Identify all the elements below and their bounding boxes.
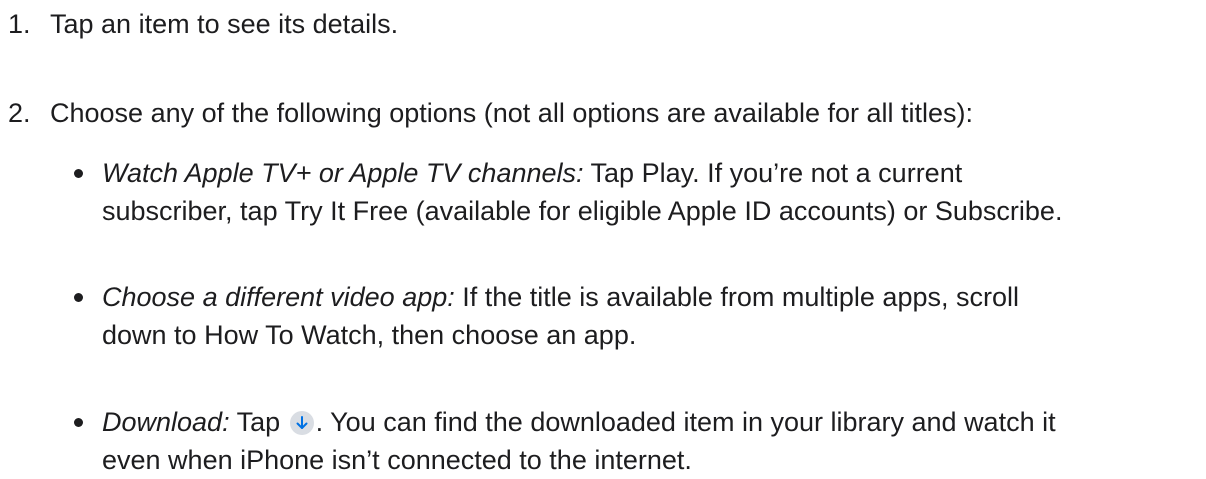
option-line-2: even when iPhone isn’t connected to the … [102,445,692,475]
option-text: . You can find the downloaded item in yo… [315,407,1056,437]
option-text: Tap [229,407,288,437]
step-text: Choose any of the following options (not… [50,98,974,128]
option-line-1: Choose a different video app: If the tit… [102,278,1202,316]
option-line-2: down to How To Watch, then choose an app… [102,320,637,350]
bullet-dot [74,293,83,302]
option-term: Choose a different video app: [102,282,455,312]
step-number: 2. [8,98,31,128]
option-download: Download: Tap . You can find the downloa… [74,403,1202,479]
option-watch-apple-tv: Watch Apple TV+ or Apple TV channels: Ta… [74,154,1202,230]
option-choose-video-app: Choose a different video app: If the tit… [74,278,1202,354]
option-term: Watch Apple TV+ or Apple TV channels: [102,158,584,188]
option-text: Tap Play. If you’re not a current [583,158,963,188]
download-icon [289,411,314,435]
option-line-1: Watch Apple TV+ or Apple TV channels: Ta… [102,154,1202,192]
option-line-2: subscriber, tap Try It Free (available f… [102,196,1063,226]
option-text: If the title is available from multiple … [454,282,1019,312]
option-line-1: Download: Tap . You can find the downloa… [102,403,1202,441]
step-number: 1. [8,9,31,39]
bullet-dot [74,169,83,178]
bullet-dot [74,418,83,427]
step-2: 2. Choose any of the following options (n… [8,94,973,132]
step-1: 1. Tap an item to see its details. [8,5,398,43]
step-text: Tap an item to see its details. [50,9,399,39]
option-term: Download: [102,407,230,437]
